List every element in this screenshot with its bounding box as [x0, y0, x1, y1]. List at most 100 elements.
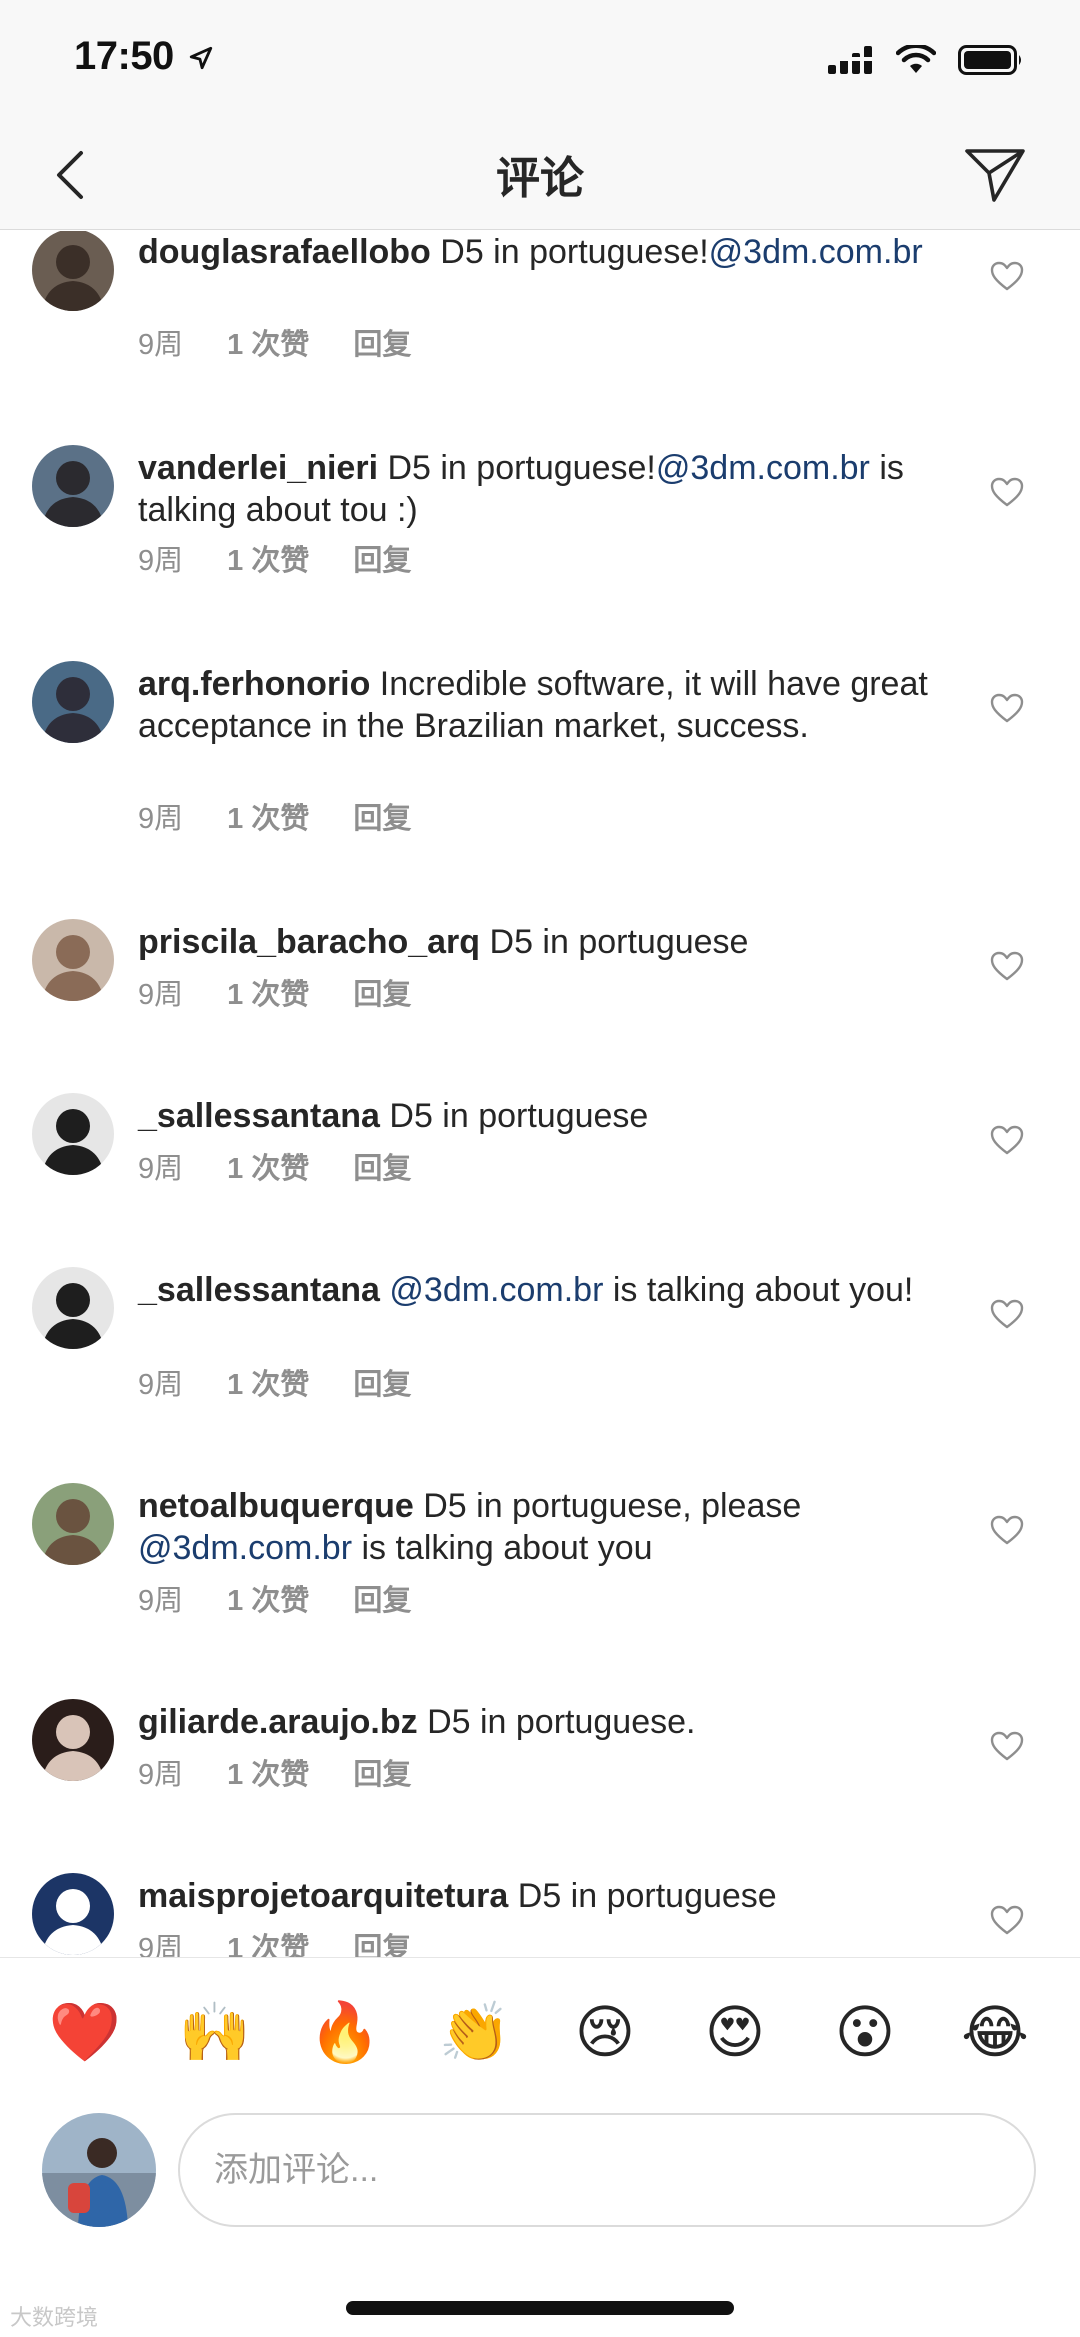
comment-username[interactable]: vanderlei_nieri [138, 449, 378, 487]
comment-content: D5 in portuguese. [417, 1703, 696, 1741]
comment-mention-link[interactable]: @3dm.com.br [138, 1529, 352, 1567]
comment-text: priscila_baracho_arq D5 in portuguese [138, 921, 948, 963]
status-bar: 17:50 [0, 0, 1080, 120]
emoji-button[interactable]: 😂 [950, 2003, 1040, 2062]
comment-username[interactable]: douglasrafaellobo [138, 233, 431, 271]
comment-avatar[interactable] [32, 661, 114, 743]
comment-mention-link[interactable]: @3dm.com.br [656, 449, 870, 487]
comment-mention-link[interactable]: @3dm.com.br [709, 233, 923, 271]
comment-avatar[interactable] [32, 1873, 114, 1955]
emoji-button[interactable]: 🙌 [170, 2003, 260, 2062]
comment-text: vanderlei_nieri D5 in portuguese!@3dm.co… [138, 447, 948, 531]
comment-composer [0, 2107, 1080, 2237]
comment-text: arq.ferhonorio Incredible software, it w… [138, 663, 948, 747]
comment-list[interactable]: douglasrafaellobo D5 in portuguese!@3dm.… [0, 231, 1080, 1957]
comment-meta: 9周 1 次赞 回复 [138, 795, 411, 837]
comment-username[interactable]: maisprojetoarquitetura [138, 1877, 508, 1915]
emoji-button[interactable]: 😍 [690, 2003, 780, 2062]
emoji-button[interactable]: 😢 [560, 2003, 650, 2062]
emoji-button[interactable]: 👏 [430, 2003, 520, 2062]
reply-button[interactable]: 回复 [353, 971, 411, 1013]
home-indicator[interactable] [346, 2301, 734, 2315]
comment-like-count[interactable]: 1 次赞 [227, 795, 309, 837]
comment-like-count[interactable]: 1 次赞 [227, 1361, 309, 1403]
comment-avatar[interactable] [32, 919, 114, 1001]
comment-username[interactable]: priscila_baracho_arq [138, 923, 480, 961]
reply-button[interactable]: 回复 [353, 537, 411, 579]
comment-like-count[interactable]: 1 次赞 [227, 1925, 309, 1957]
heart-icon[interactable] [990, 1125, 1024, 1155]
comment-timestamp: 9周 [138, 803, 184, 835]
comment-content: D5 in portuguese [379, 1097, 649, 1135]
comment-meta: 9周 1 次赞 回复 [138, 1361, 411, 1403]
comment-mention-link[interactable]: @3dm.com.br [389, 1271, 603, 1309]
comment-content: D5 in portuguese! [430, 233, 709, 271]
reply-button[interactable]: 回复 [353, 1361, 411, 1403]
comment-username[interactable]: netoalbuquerque [138, 1487, 414, 1525]
my-avatar [42, 2113, 156, 2227]
comment-text: _sallessantana D5 in portuguese [138, 1095, 948, 1137]
heart-icon[interactable] [990, 1515, 1024, 1545]
heart-icon[interactable] [990, 693, 1024, 723]
nav-bar: 评论 [0, 120, 1080, 230]
emoji-button[interactable]: 🔥 [300, 2003, 390, 2062]
comment-username[interactable]: giliarde.araujo.bz [138, 1703, 418, 1741]
heart-icon[interactable] [990, 1905, 1024, 1935]
comment-timestamp: 9周 [138, 1153, 184, 1185]
comment-content: D5 in portuguese [508, 1877, 777, 1915]
reply-button[interactable]: 回复 [353, 1577, 411, 1619]
emoji-button[interactable]: 😮 [820, 2003, 910, 2062]
comment-timestamp: 9周 [138, 545, 184, 577]
comment-timestamp: 9周 [138, 329, 184, 361]
paper-plane-icon [965, 149, 1025, 202]
comment-like-count[interactable]: 1 次赞 [227, 321, 309, 363]
emoji-quick-bar: ❤️ 🙌 🔥 👏 😢 😍 😮 😂 [0, 1957, 1080, 2107]
comment-avatar[interactable] [32, 445, 114, 527]
comment-timestamp: 9周 [138, 979, 184, 1011]
comment-content: D5 in portuguese! [378, 449, 656, 487]
share-button[interactable] [960, 140, 1030, 210]
comment-avatar[interactable] [32, 231, 114, 311]
heart-icon[interactable] [990, 261, 1024, 291]
comment-meta: 9周 1 次赞 回复 [138, 1751, 411, 1793]
comment-meta: 9周 1 次赞 回复 [138, 1145, 411, 1187]
reply-button[interactable]: 回复 [353, 1925, 411, 1957]
heart-icon[interactable] [990, 477, 1024, 507]
status-icons [828, 40, 1024, 80]
battery-icon [958, 45, 1021, 75]
comment-like-count[interactable]: 1 次赞 [227, 971, 309, 1013]
comment-content: D5 in portuguese [480, 923, 749, 961]
comment-text: giliarde.araujo.bz D5 in portuguese. [138, 1701, 948, 1743]
wifi-icon [896, 45, 936, 73]
comment-timestamp: 9周 [138, 1585, 184, 1617]
reply-button[interactable]: 回复 [353, 1145, 411, 1187]
reply-button[interactable]: 回复 [353, 1751, 411, 1793]
page-title: 评论 [496, 154, 584, 203]
heart-icon[interactable] [990, 1731, 1024, 1761]
comment-avatar[interactable] [32, 1093, 114, 1175]
comment-avatar[interactable] [32, 1483, 114, 1565]
comment-like-count[interactable]: 1 次赞 [227, 537, 309, 579]
comment-like-count[interactable]: 1 次赞 [227, 1577, 309, 1619]
comment-avatar[interactable] [32, 1267, 114, 1349]
comment-username[interactable]: _sallessantana [138, 1097, 380, 1135]
cellular-signal-icon [828, 46, 872, 74]
status-time: 17:50 [74, 34, 214, 79]
reply-button[interactable]: 回复 [353, 321, 411, 363]
comment-content: D5 in portuguese, please [413, 1487, 802, 1525]
reply-button[interactable]: 回复 [353, 795, 411, 837]
comment-username[interactable]: _sallessantana [138, 1271, 380, 1309]
heart-icon[interactable] [990, 1299, 1024, 1329]
comment-content: is talking about you! [603, 1271, 914, 1309]
location-arrow-icon [190, 47, 213, 70]
heart-icon[interactable] [990, 951, 1024, 981]
comment-timestamp: 9周 [138, 1933, 184, 1957]
comment-like-count[interactable]: 1 次赞 [227, 1145, 309, 1187]
comment-avatar[interactable] [32, 1699, 114, 1781]
emoji-button[interactable]: ❤️ [40, 2003, 130, 2062]
comment-input[interactable] [178, 2113, 1036, 2227]
comment-text: netoalbuquerque D5 in portuguese, please… [138, 1485, 948, 1569]
comment-username[interactable]: arq.ferhonorio [138, 665, 370, 703]
comment-meta: 9周 1 次赞 回复 [138, 321, 411, 363]
comment-like-count[interactable]: 1 次赞 [227, 1751, 309, 1793]
